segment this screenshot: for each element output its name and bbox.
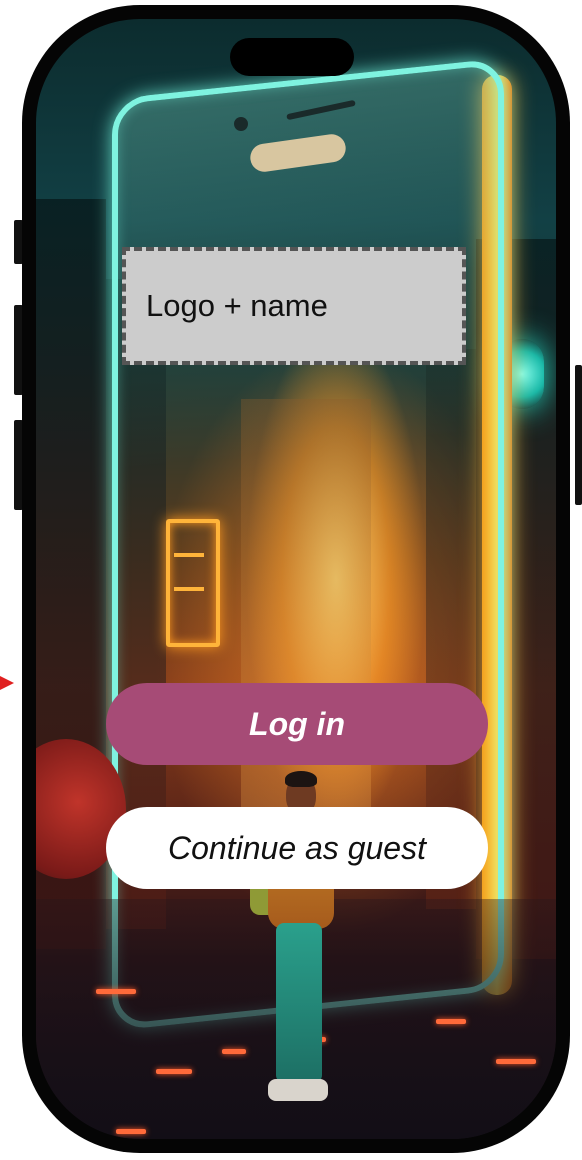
annotation-arrow-icon [0, 676, 14, 690]
login-button[interactable]: Log in [106, 683, 488, 765]
app-screen: Logo + name Log in Continue as guest [36, 19, 556, 1139]
continue-as-guest-button[interactable]: Continue as guest [106, 807, 488, 889]
phone-frame: Logo + name Log in Continue as guest [22, 5, 570, 1153]
side-button-power [575, 365, 582, 505]
mockup-canvas: Logo + name Log in Continue as guest [0, 0, 582, 1160]
logo-placeholder: Logo + name [122, 247, 466, 365]
dynamic-island [230, 38, 354, 76]
logo-placeholder-label: Logo + name [146, 288, 328, 323]
